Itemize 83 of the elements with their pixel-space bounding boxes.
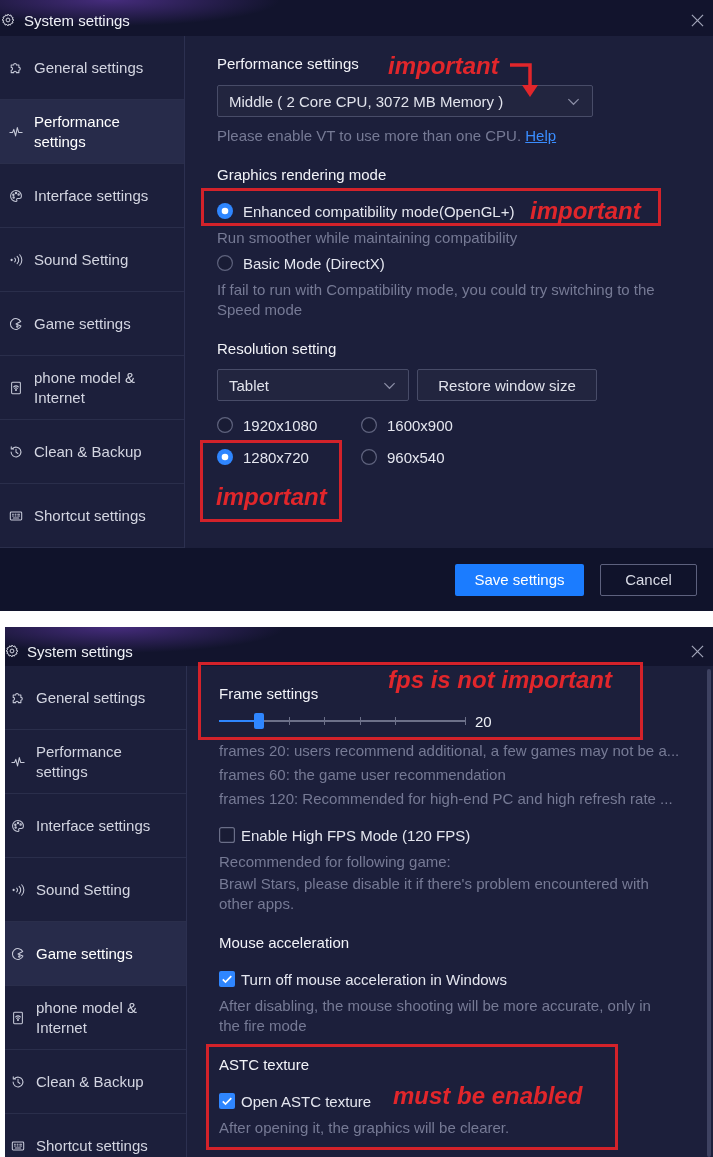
close-icon[interactable] bbox=[691, 644, 704, 658]
checkbox-label: Enable High FPS Mode (120 FPS) bbox=[241, 826, 471, 844]
sidebar-item[interactable]: phone model & Internet bbox=[0, 356, 184, 420]
sidebar-item[interactable]: General settings bbox=[5, 666, 186, 730]
palette-icon bbox=[11, 818, 25, 833]
keyboard-icon bbox=[11, 1138, 25, 1153]
annotation-text: must be enabled bbox=[393, 1082, 583, 1110]
sound-icon bbox=[11, 882, 25, 897]
annotation-text: important bbox=[388, 52, 499, 80]
puzzle-icon bbox=[9, 60, 23, 75]
settings-icon bbox=[5, 644, 19, 658]
checkbox[interactable] bbox=[219, 1093, 235, 1109]
scrollbar-thumb[interactable] bbox=[707, 669, 711, 1157]
sidebar-item[interactable]: Clean & Backup bbox=[0, 420, 184, 484]
radio-label: Enhanced compatibility mode(OpenGL+) bbox=[243, 202, 515, 220]
hint-text: Please enable VT to use more than one CPU. Help bbox=[217, 126, 558, 146]
slider-value: 20 bbox=[475, 712, 492, 730]
sidebar-item[interactable]: Sound Setting bbox=[0, 228, 184, 292]
sidebar-item[interactable]: Interface settings bbox=[0, 164, 184, 228]
cancel-button[interactable]: Cancel bbox=[600, 563, 697, 596]
puzzle-icon bbox=[11, 690, 25, 705]
radio-label: 1600x900 bbox=[387, 416, 453, 434]
close-icon[interactable] bbox=[691, 13, 704, 27]
sidebar-item[interactable]: Interface settings bbox=[5, 794, 186, 858]
save-button[interactable]: Save settings bbox=[455, 563, 584, 596]
description-text: If fail to run with Compatibility mode, you could try switching to the Speed mode bbox=[217, 280, 656, 320]
checkbox[interactable] bbox=[219, 827, 235, 843]
sidebar-item[interactable]: Game settings bbox=[0, 292, 184, 356]
radio-button[interactable] bbox=[361, 449, 377, 465]
help-link[interactable]: Help bbox=[525, 127, 557, 144]
description-text: Run smoother while maintaining compatibility bbox=[217, 228, 519, 248]
description-text: frames 120: Recommended for high-end PC and high refresh rate ... bbox=[219, 789, 673, 809]
section-heading: Frame settings bbox=[219, 684, 319, 704]
section-heading: Mouse acceleration bbox=[219, 933, 350, 953]
sidebar-item[interactable]: Clean & Backup bbox=[5, 1050, 186, 1114]
annotation-text: important bbox=[530, 197, 641, 225]
dropdown[interactable]: Tablet bbox=[217, 369, 409, 401]
dropdown[interactable]: Middle ( 2 Core CPU, 3072 MB Memory ) bbox=[217, 85, 593, 117]
annotation-text: important bbox=[216, 483, 327, 511]
radio-label: Basic Mode (DirectX) bbox=[243, 254, 385, 272]
phone-wifi-icon bbox=[11, 1010, 25, 1025]
dial-icon bbox=[9, 316, 23, 331]
phone-wifi-icon bbox=[9, 380, 23, 395]
radio-button[interactable] bbox=[217, 255, 233, 271]
window-title: System settings bbox=[27, 642, 133, 660]
dial-icon bbox=[11, 946, 25, 961]
section-heading: Performance settings bbox=[217, 54, 359, 74]
sidebar-item[interactable]: Shortcut settings bbox=[5, 1114, 186, 1157]
description-text: Brawl Stars, please disable it if there's problem encountered with other apps. bbox=[219, 874, 650, 914]
settings-icon bbox=[1, 13, 15, 27]
section-heading: Resolution setting bbox=[217, 339, 337, 359]
description-text: frames 20: users recommend additional, a few games may not be a... bbox=[219, 741, 680, 761]
annotation-text: fps is not important bbox=[388, 666, 612, 694]
slider-thumb[interactable] bbox=[253, 713, 264, 729]
radio-button[interactable] bbox=[217, 449, 233, 465]
sidebar-item[interactable]: phone model & Internet bbox=[5, 986, 186, 1050]
checkbox-label: Turn off mouse acceleration in Windows bbox=[241, 970, 507, 988]
pulse-icon bbox=[11, 754, 25, 769]
restore-button[interactable]: Restore window size bbox=[417, 369, 597, 401]
description-text: frames 60: the game user recommendation bbox=[219, 765, 506, 785]
keyboard-icon bbox=[9, 508, 23, 523]
description-text: After opening it, the graphics will be clearer. bbox=[219, 1118, 511, 1138]
radio-button[interactable] bbox=[361, 417, 377, 433]
checkbox-label: Open ASTC texture bbox=[241, 1092, 372, 1110]
sidebar-item[interactable]: Performance settings bbox=[5, 730, 186, 794]
history-icon bbox=[11, 1074, 25, 1089]
radio-button[interactable] bbox=[217, 417, 233, 433]
sound-icon bbox=[9, 252, 23, 267]
description-text: After disabling, the mouse shooting will be more accurate, only in the fire mode bbox=[219, 996, 652, 1036]
radio-button[interactable] bbox=[217, 203, 233, 219]
history-icon bbox=[9, 444, 23, 459]
section-heading: Graphics rendering mode bbox=[217, 165, 387, 185]
window-title: System settings bbox=[24, 11, 130, 29]
palette-icon bbox=[9, 188, 23, 203]
sidebar-item[interactable]: Performance settings bbox=[0, 100, 184, 164]
radio-label: 1920x1080 bbox=[243, 416, 318, 434]
section-heading: ASTC texture bbox=[219, 1055, 310, 1075]
radio-label: 1280x720 bbox=[243, 448, 309, 466]
radio-label: 960x540 bbox=[387, 448, 445, 466]
pulse-icon bbox=[9, 124, 23, 139]
sidebar-item[interactable]: Game settings bbox=[5, 922, 186, 986]
description-text: Recommended for following game: bbox=[219, 852, 452, 872]
checkbox[interactable] bbox=[219, 971, 235, 987]
